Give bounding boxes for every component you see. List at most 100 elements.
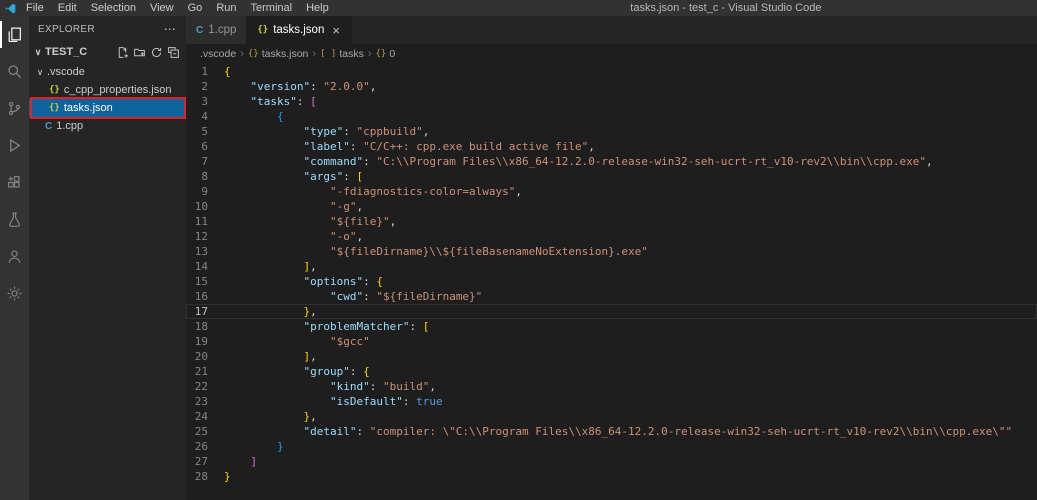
run-debug-icon <box>10 138 21 153</box>
code-line-8[interactable]: 8 "args": [ <box>186 169 1037 184</box>
code-line-10[interactable]: 10 "-g", <box>186 199 1037 214</box>
activitybar-extensions[interactable] <box>0 164 29 201</box>
activitybar-source-control[interactable] <box>0 90 29 127</box>
line-number[interactable]: 13 <box>186 244 224 259</box>
line-number[interactable]: 14 <box>186 259 224 274</box>
code-line-1[interactable]: 1{ <box>186 64 1037 79</box>
menu-item-selection[interactable]: Selection <box>84 0 143 16</box>
code-line-18[interactable]: 18 "problemMatcher": [ <box>186 319 1037 334</box>
line-number[interactable]: 24 <box>186 409 224 424</box>
line-number[interactable]: 20 <box>186 349 224 364</box>
activitybar-run-and-debug[interactable] <box>0 127 29 164</box>
breadcrumb-item-vscode[interactable]: .vscode <box>200 48 236 60</box>
new-file-icon[interactable] <box>116 46 129 59</box>
code-line-2[interactable]: 2 "version": "2.0.0", <box>186 79 1037 94</box>
line-number[interactable]: 28 <box>186 469 224 484</box>
code-line-28[interactable]: 28} <box>186 469 1037 484</box>
code-line-15[interactable]: 15 "options": { <box>186 274 1037 289</box>
menu-item-help[interactable]: Help <box>299 0 336 16</box>
line-number[interactable]: 12 <box>186 229 224 244</box>
code-line-24[interactable]: 24 }, <box>186 409 1037 424</box>
window-title: tasks.json - test_c - Visual Studio Code <box>630 2 822 14</box>
gear-icon <box>7 286 22 301</box>
code-line-5[interactable]: 5 "type": "cppbuild", <box>186 124 1037 139</box>
tree-item-c-cpp-properties[interactable]: {} c_cpp_properties.json <box>29 81 186 99</box>
line-number[interactable]: 11 <box>186 214 224 229</box>
line-number[interactable]: 16 <box>186 289 224 304</box>
menu-item-run[interactable]: Run <box>209 0 243 16</box>
code-text: "$gcc" <box>329 335 370 348</box>
tree-item-vscode-folder[interactable]: ∨ .vscode <box>29 63 186 81</box>
activitybar-testing[interactable] <box>0 201 29 238</box>
line-number[interactable]: 7 <box>186 154 224 169</box>
line-number[interactable]: 2 <box>186 79 224 94</box>
json-file-icon: {} <box>257 25 269 35</box>
code-text: "-fdiagnostics-color=always", <box>329 185 523 198</box>
line-number[interactable]: 9 <box>186 184 224 199</box>
line-number[interactable]: 8 <box>186 169 224 184</box>
line-number[interactable]: 25 <box>186 424 224 439</box>
code-line-3[interactable]: 3 "tasks": [ <box>186 94 1037 109</box>
menu-item-view[interactable]: View <box>143 0 181 16</box>
activitybar-search[interactable] <box>0 53 29 90</box>
menu-item-go[interactable]: Go <box>181 0 210 16</box>
section-header-test-c[interactable]: ∨ TEST_C <box>29 42 186 62</box>
line-number[interactable]: 5 <box>186 124 224 139</box>
code-line-13[interactable]: 13 "${fileDirname}\\${fileBasenameNoExte… <box>186 244 1037 259</box>
refresh-icon[interactable] <box>150 46 163 59</box>
code-line-26[interactable]: 26 } <box>186 439 1037 454</box>
tab-1cpp[interactable]: C 1.cpp <box>186 16 248 44</box>
close-tab-icon[interactable]: × <box>331 24 341 37</box>
code-line-12[interactable]: 12 "-o", <box>186 229 1037 244</box>
code-line-16[interactable]: 16 "cwd": "${fileDirname}" <box>186 289 1037 304</box>
line-number[interactable]: 27 <box>186 454 224 469</box>
menu-item-edit[interactable]: Edit <box>51 0 84 16</box>
chevron-right-icon: › <box>240 47 244 60</box>
code-line-22[interactable]: 22 "kind": "build", <box>186 379 1037 394</box>
code-line-14[interactable]: 14 ], <box>186 259 1037 274</box>
code-line-27[interactable]: 27 ] <box>186 454 1037 469</box>
line-number[interactable]: 18 <box>186 319 224 334</box>
tab-tasks-json[interactable]: {} tasks.json × <box>247 16 352 44</box>
code-text: }, <box>303 410 317 423</box>
line-number[interactable]: 15 <box>186 274 224 289</box>
activitybar-settings[interactable] <box>0 275 29 312</box>
code-line-9[interactable]: 9 "-fdiagnostics-color=always", <box>186 184 1037 199</box>
line-number[interactable]: 3 <box>186 94 224 109</box>
line-number[interactable]: 22 <box>186 379 224 394</box>
breadcrumb-item-tasks-json[interactable]: {} tasks.json <box>248 48 309 60</box>
tree-item-tasks-json[interactable]: {} tasks.json <box>29 97 186 119</box>
activitybar-explorer[interactable] <box>0 16 29 53</box>
line-number[interactable]: 26 <box>186 439 224 454</box>
line-number[interactable]: 6 <box>186 139 224 154</box>
code-line-17[interactable]: 17 }, <box>186 304 1037 319</box>
tree-item-1-cpp[interactable]: C 1.cpp <box>29 117 186 135</box>
code-line-21[interactable]: 21 "group": { <box>186 364 1037 379</box>
activitybar-accounts[interactable] <box>0 238 29 275</box>
code-line-4[interactable]: 4 { <box>186 109 1037 124</box>
code-line-20[interactable]: 20 ], <box>186 349 1037 364</box>
code-text: "cwd": "${fileDirname}" <box>329 290 483 303</box>
code-line-6[interactable]: 6 "label": "C/C++: cpp.exe build active … <box>186 139 1037 154</box>
code-line-23[interactable]: 23 "isDefault": true <box>186 394 1037 409</box>
menu-item-terminal[interactable]: Terminal <box>244 0 300 16</box>
line-number[interactable]: 4 <box>186 109 224 124</box>
more-actions-icon[interactable]: ⋯ <box>164 22 176 36</box>
breadcrumb-item-tasks[interactable]: [ ] tasks <box>320 48 364 60</box>
code-line-7[interactable]: 7 "command": "C:\\Program Files\\x86_64-… <box>186 154 1037 169</box>
menu-item-file[interactable]: File <box>19 0 51 16</box>
breadcrumb-item-0[interactable]: {} 0 <box>376 48 396 60</box>
code-line-19[interactable]: 19 "$gcc" <box>186 334 1037 349</box>
tab-label: 1.cpp <box>208 24 237 36</box>
code-line-11[interactable]: 11 "${file}", <box>186 214 1037 229</box>
line-number[interactable]: 23 <box>186 394 224 409</box>
line-number[interactable]: 19 <box>186 334 224 349</box>
collapse-all-icon[interactable] <box>167 46 180 59</box>
section-title: TEST_C <box>45 46 88 58</box>
line-number[interactable]: 17 <box>186 304 224 319</box>
new-folder-icon[interactable] <box>133 46 146 59</box>
line-number[interactable]: 21 <box>186 364 224 379</box>
line-number[interactable]: 1 <box>186 64 224 79</box>
line-number[interactable]: 10 <box>186 199 224 214</box>
code-line-25[interactable]: 25 "detail": "compiler: \"C:\\Program Fi… <box>186 424 1037 439</box>
